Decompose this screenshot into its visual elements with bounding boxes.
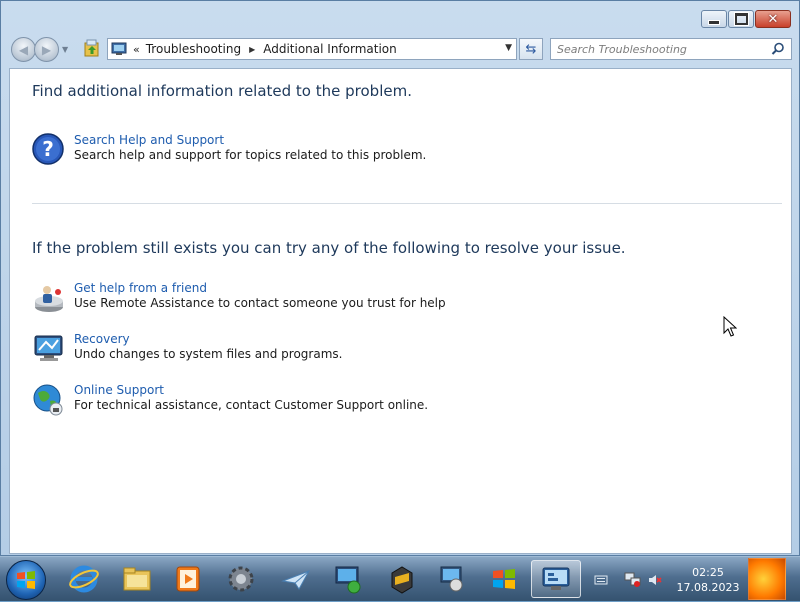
control-panel-icon: [111, 42, 127, 55]
program-icon: [391, 566, 413, 594]
internet-explorer-icon: [69, 565, 99, 593]
clock-date: 17.08.2023: [676, 581, 740, 594]
start-button[interactable]: [6, 560, 46, 600]
address-bar[interactable]: « Troubleshooting ▶ Additional Informati…: [107, 38, 517, 60]
taskbar-internet-explorer[interactable]: [62, 560, 106, 598]
up-level-icon[interactable]: [84, 39, 100, 57]
svg-text:?: ?: [42, 137, 54, 161]
search-help-description: Search help and support for topics relat…: [74, 148, 427, 162]
windows-logo-icon: [17, 571, 35, 589]
search-icon[interactable]: [771, 42, 785, 56]
taskbar-network-computer[interactable]: [326, 560, 370, 598]
taskbar-windows-program[interactable]: [482, 560, 526, 598]
remote-computer-icon: [440, 566, 463, 592]
minimize-icon: [708, 19, 720, 25]
user-picture-flower-icon[interactable]: [748, 558, 786, 600]
back-button[interactable]: ◀: [11, 37, 36, 62]
online-support-link[interactable]: Online Support: [74, 383, 428, 398]
recovery-description: Undo changes to system files and program…: [74, 347, 343, 361]
back-arrow-icon: ◀: [18, 42, 29, 57]
minimize-button[interactable]: [701, 10, 727, 28]
navigation-buttons: ◀ ▶ ▼: [11, 37, 68, 62]
breadcrumb-separator-icon[interactable]: ▶: [249, 45, 255, 54]
taskbar-control-panel-active[interactable]: [531, 560, 581, 598]
breadcrumb-additional-information[interactable]: Additional Information: [263, 42, 397, 56]
maximize-button[interactable]: [728, 10, 754, 28]
taskbar-paper-plane[interactable]: [274, 560, 318, 598]
content-pane: Find additional information related to t…: [9, 68, 792, 554]
close-icon: ✕: [767, 11, 779, 27]
control-panel-icon: [542, 567, 570, 590]
recovery-icon: [34, 335, 63, 361]
network-status-icon[interactable]: [624, 572, 642, 588]
volume-muted-icon[interactable]: [648, 573, 662, 587]
caption-buttons: ✕: [701, 10, 791, 28]
get-help-friend-description: Use Remote Assistance to contact someone…: [74, 296, 446, 310]
close-button[interactable]: ✕: [755, 10, 791, 28]
taskbar-program[interactable]: [380, 560, 424, 598]
breadcrumb-troubleshooting[interactable]: Troubleshooting: [146, 42, 241, 56]
heading-resolve-issue: If the problem still exists you can try …: [32, 239, 626, 257]
recent-pages-dropdown-icon[interactable]: ▼: [62, 45, 68, 54]
taskbar-settings[interactable]: [219, 560, 263, 598]
windows-flag-icon: [493, 569, 515, 589]
taskbar-media-player[interactable]: [166, 560, 210, 598]
task-recovery[interactable]: Recovery Undo changes to system files an…: [32, 332, 342, 366]
troubleshooting-window: ✕ ◀ ▶ ▼ « Troubleshooting ▶ Additional I…: [0, 0, 800, 556]
taskbar-remote-computer[interactable]: [430, 560, 474, 598]
address-dropdown-icon[interactable]: ▼: [505, 43, 512, 53]
recovery-link[interactable]: Recovery: [74, 332, 342, 347]
explorer-folder-icon: [123, 567, 151, 591]
clock-time: 02:25: [692, 566, 724, 579]
network-computer-icon: [335, 566, 361, 594]
paper-plane-icon: [281, 570, 311, 590]
settings-gear-icon: [228, 566, 254, 592]
mouse-cursor-icon: [723, 316, 737, 337]
get-help-friend-link[interactable]: Get help from a friend: [74, 281, 446, 296]
system-clock[interactable]: 02:25 17.08.2023: [672, 565, 744, 595]
help-question-icon: ?: [32, 133, 64, 165]
search-help-link[interactable]: Search Help and Support: [74, 133, 426, 148]
keyboard-icon[interactable]: [594, 573, 608, 587]
search-box: [550, 38, 792, 60]
heading-additional-info: Find additional information related to t…: [32, 82, 412, 100]
refresh-icon: ⇆: [525, 41, 537, 57]
section-divider: [32, 203, 782, 204]
maximize-icon: [734, 13, 748, 25]
refresh-button[interactable]: ⇆: [519, 38, 543, 60]
address-overflow-chevron[interactable]: «: [133, 43, 140, 56]
search-input[interactable]: [555, 41, 771, 57]
taskbar-explorer[interactable]: [115, 560, 159, 598]
task-online-support[interactable]: Online Support For technical assistance,…: [32, 383, 428, 417]
forward-button[interactable]: ▶: [34, 37, 59, 62]
online-support-description: For technical assistance, contact Custom…: [74, 398, 429, 412]
remote-assistance-icon: [35, 286, 63, 312]
online-support-globe-icon: [33, 384, 63, 416]
forward-arrow-icon: ▶: [41, 42, 52, 57]
task-search-help[interactable]: ? Search Help and Support Search help an…: [32, 133, 426, 167]
media-player-icon: [176, 566, 200, 592]
task-get-help-friend[interactable]: Get help from a friend Use Remote Assist…: [32, 281, 446, 315]
